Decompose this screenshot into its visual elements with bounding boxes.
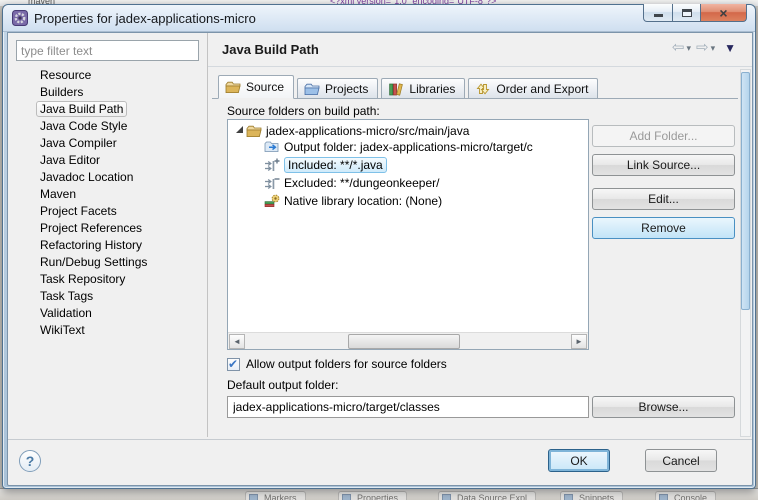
- sidebar-item-java-editor[interactable]: Java Editor: [16, 152, 204, 169]
- sidebar-item-java-compiler[interactable]: Java Compiler: [16, 135, 204, 152]
- link-source-button[interactable]: Link Source...: [592, 154, 735, 176]
- tree-item-output-folder[interactable]: Output folder: jadex-applications-micro/…: [228, 138, 588, 156]
- sidebar-item-refactoring-history[interactable]: Refactoring History: [16, 237, 204, 254]
- books-icon: [388, 81, 404, 97]
- maximize-button[interactable]: [673, 4, 701, 22]
- scroll-right-icon[interactable]: ►: [571, 334, 587, 349]
- sidebar-divider: [207, 33, 208, 437]
- order-export-icon: [475, 81, 491, 97]
- forward-arrow-icon[interactable]: ⇨: [696, 39, 709, 57]
- sidebar-item-task-repository[interactable]: Task Repository: [16, 271, 204, 288]
- page-navigation: ⇦ ▾ ⇨ ▾ ▼: [672, 39, 736, 57]
- tab-libraries[interactable]: Libraries: [381, 78, 465, 99]
- tree-item-source-folder[interactable]: jadex-applications-micro/src/main/java: [228, 120, 588, 138]
- sidebar-item-builders[interactable]: Builders: [16, 84, 204, 101]
- window-title: Properties for jadex-applications-micro: [34, 11, 256, 26]
- checkbox-label: Allow output folders for source folders: [246, 357, 447, 371]
- tree-item-native-library[interactable]: Native library location: (None): [228, 192, 588, 210]
- tree-item-label: Included: **/*.java: [284, 157, 387, 173]
- forward-dropdown-caret[interactable]: ▾: [711, 43, 716, 54]
- properties-nav-list: Resource Builders Java Build Path Java C…: [16, 67, 204, 339]
- exclusion-filter-icon: [264, 175, 280, 191]
- tree-horizontal-scrollbar[interactable]: ◄ ►: [228, 332, 588, 349]
- sidebar-item-project-references[interactable]: Project References: [16, 220, 204, 237]
- minimize-icon: [654, 14, 663, 17]
- sidebar-item-maven[interactable]: Maven: [16, 186, 204, 203]
- filter-input[interactable]: [16, 40, 199, 61]
- sidebar-item-javadoc-location[interactable]: Javadoc Location: [16, 169, 204, 186]
- maximize-icon: [682, 9, 692, 17]
- allow-output-folders-checkbox[interactable]: [227, 358, 240, 371]
- sidebar-item-validation[interactable]: Validation: [16, 305, 204, 322]
- title-bar[interactable]: Properties for jadex-applications-micro …: [3, 5, 755, 32]
- page-vertical-scrollbar[interactable]: [740, 69, 751, 437]
- tree-item-included[interactable]: Included: **/*.java: [228, 156, 588, 174]
- background-tab: Data Source Expl: [438, 491, 536, 500]
- inclusion-filter-icon: [264, 157, 280, 173]
- allow-output-folders-row: Allow output folders for source folders: [227, 357, 447, 371]
- default-output-folder-input[interactable]: [227, 396, 589, 418]
- edit-button[interactable]: Edit...: [592, 188, 735, 210]
- close-icon: ×: [719, 6, 727, 20]
- sidebar-item-java-code-style[interactable]: Java Code Style: [16, 118, 204, 135]
- sidebar-item-wikitext[interactable]: WikiText: [16, 322, 204, 339]
- sidebar-item-task-tags[interactable]: Task Tags: [16, 288, 204, 305]
- tab-source[interactable]: Source: [218, 75, 294, 99]
- cancel-button[interactable]: Cancel: [645, 449, 717, 472]
- header-separator: [208, 66, 752, 67]
- close-button[interactable]: ×: [701, 4, 747, 22]
- tree-item-label: Output folder: jadex-applications-micro/…: [284, 140, 533, 154]
- footer-separator: [8, 439, 752, 440]
- source-folders-tree[interactable]: jadex-applications-micro/src/main/java O…: [227, 119, 589, 350]
- remove-button[interactable]: Remove: [592, 217, 735, 239]
- add-folder-button[interactable]: Add Folder...: [592, 125, 735, 147]
- back-arrow-icon[interactable]: ⇦: [672, 39, 685, 57]
- scrollbar-thumb[interactable]: [348, 334, 460, 349]
- scrollbar-thumb[interactable]: [741, 72, 750, 310]
- background-tab: Properties: [338, 491, 407, 500]
- background-tabbar-strip: Markers Properties Data Source Expl Snip…: [0, 488, 758, 500]
- background-tab: Markers: [245, 491, 306, 500]
- tab-order-and-export[interactable]: Order and Export: [468, 78, 598, 99]
- ok-button[interactable]: OK: [548, 449, 610, 472]
- tree-item-label: Native library location: (None): [284, 194, 442, 208]
- tab-projects[interactable]: Projects: [297, 78, 378, 99]
- sidebar-item-java-build-path[interactable]: Java Build Path: [16, 101, 204, 118]
- back-dropdown-caret[interactable]: ▾: [686, 43, 691, 54]
- native-library-icon: [264, 193, 280, 209]
- help-button[interactable]: ?: [19, 450, 41, 472]
- tree-item-label: Excluded: **/dungeonkeeper/: [284, 176, 439, 190]
- output-folder-icon: [264, 139, 280, 155]
- sidebar-item-resource[interactable]: Resource: [16, 67, 204, 84]
- background-tab: Snippets: [560, 491, 623, 500]
- scroll-left-icon[interactable]: ◄: [229, 334, 245, 349]
- minimize-button[interactable]: [643, 4, 673, 22]
- tree-caption: Source folders on build path:: [227, 104, 380, 118]
- package-folder-icon: [225, 79, 241, 95]
- open-folder-icon: [304, 81, 320, 97]
- background-tab: Console: [655, 491, 716, 500]
- build-path-tabs: Source Projects Libraries: [218, 75, 601, 99]
- tree-item-label: jadex-applications-micro/src/main/java: [266, 124, 469, 138]
- browse-button[interactable]: Browse...: [592, 396, 735, 418]
- properties-dialog: Properties for jadex-applications-micro …: [2, 4, 756, 489]
- sidebar-item-project-facets[interactable]: Project Facets: [16, 203, 204, 220]
- expander-icon[interactable]: [236, 126, 243, 133]
- package-folder-icon: [246, 123, 262, 139]
- page-title: Java Build Path: [222, 42, 319, 57]
- sidebar-item-run-debug-settings[interactable]: Run/Debug Settings: [16, 254, 204, 271]
- default-output-folder-label: Default output folder:: [227, 378, 338, 392]
- view-menu-icon[interactable]: ▼: [724, 41, 736, 55]
- properties-gear-icon: [12, 10, 28, 26]
- dialog-body: Resource Builders Java Build Path Java C…: [7, 32, 753, 486]
- tree-item-excluded[interactable]: Excluded: **/dungeonkeeper/: [228, 174, 588, 192]
